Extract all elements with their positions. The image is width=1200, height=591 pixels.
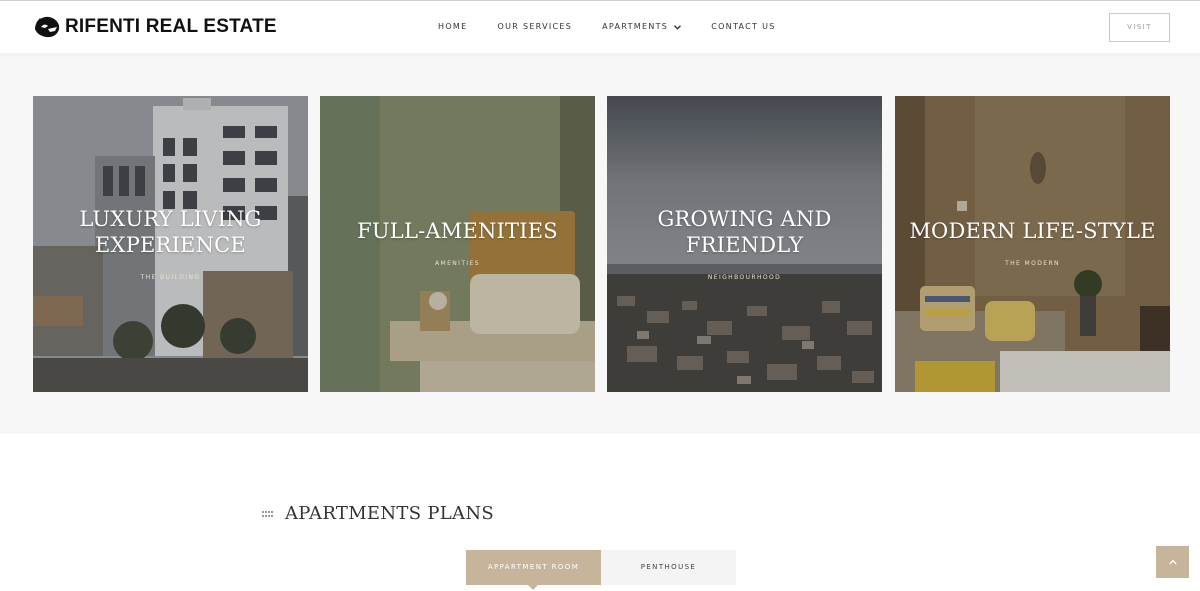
card-subtitle: AMENITIES bbox=[435, 260, 480, 267]
panther-head-icon bbox=[35, 16, 60, 38]
feature-card-building[interactable]: LUXURY LIVING EXPERIENCE THE BUILDING bbox=[33, 96, 308, 392]
main-nav: HOME OUR SERVICES APARTMENTS CONTACT US bbox=[438, 20, 806, 34]
chevron-up-icon bbox=[1168, 559, 1177, 565]
nav-contact-us-label: CONTACT US bbox=[711, 22, 776, 31]
feature-card-neighbourhood[interactable]: GROWING AND FRIENDLY NEIGHBOURHOOD bbox=[607, 96, 882, 392]
feature-card-modern[interactable]: MODERN LIFE-STYLE THE MODERN bbox=[895, 96, 1170, 392]
site-header: RIFENTI REAL ESTATE HOME OUR SERVICES AP… bbox=[0, 0, 1200, 53]
visit-button[interactable]: VISIT bbox=[1109, 13, 1170, 42]
card-title-line1: GROWING AND bbox=[657, 207, 832, 231]
feature-card-amenities[interactable]: FULL-AMENITIES AMENITIES bbox=[320, 96, 595, 392]
tab-appartment-room[interactable]: APPARTMENT ROOM bbox=[466, 550, 601, 590]
plans-heading: APARTMENTS PLANS bbox=[262, 504, 494, 524]
card-overlay bbox=[895, 96, 1170, 392]
nav-home-label: HOME bbox=[438, 22, 468, 31]
card-title-line1: MODERN LIFE-STYLE bbox=[909, 219, 1156, 243]
nav-our-services[interactable]: OUR SERVICES bbox=[497, 20, 572, 34]
nav-apartments[interactable]: APARTMENTS bbox=[602, 20, 682, 34]
card-title-line2: EXPERIENCE bbox=[95, 233, 246, 257]
nav-home[interactable]: HOME bbox=[438, 20, 467, 34]
card-title: FULL-AMENITIES bbox=[320, 218, 595, 244]
card-title: MODERN LIFE-STYLE bbox=[895, 218, 1170, 244]
plans-tabs: APPARTMENT ROOM PENTHOUSE bbox=[466, 550, 736, 590]
chevron-down-icon bbox=[674, 24, 682, 30]
card-subtitle: THE MODERN bbox=[1005, 260, 1060, 267]
card-title-line1: LUXURY LIVING bbox=[79, 207, 262, 231]
card-title-line1: FULL-AMENITIES bbox=[357, 219, 558, 243]
nav-our-services-label: OUR SERVICES bbox=[497, 22, 573, 31]
card-title-line2: FRIENDLY bbox=[685, 233, 804, 257]
plans-title: APARTMENTS PLANS bbox=[285, 503, 495, 524]
card-subtitle: THE BUILDING bbox=[140, 274, 201, 281]
scroll-to-top-button[interactable] bbox=[1156, 546, 1189, 578]
card-title: GROWING AND FRIENDLY bbox=[607, 206, 882, 258]
dots-decoration-icon bbox=[262, 511, 273, 517]
nav-apartments-label: APARTMENTS bbox=[602, 22, 669, 31]
logo-text: RIFENTI REAL ESTATE bbox=[65, 16, 277, 37]
card-title: LUXURY LIVING EXPERIENCE bbox=[33, 206, 308, 258]
card-overlay bbox=[320, 96, 595, 392]
nav-contact-us[interactable]: CONTACT US bbox=[711, 20, 775, 34]
card-subtitle: NEIGHBOURHOOD bbox=[707, 274, 782, 281]
logo[interactable]: RIFENTI REAL ESTATE bbox=[33, 15, 277, 39]
tab-penthouse[interactable]: PENTHOUSE bbox=[601, 550, 736, 585]
